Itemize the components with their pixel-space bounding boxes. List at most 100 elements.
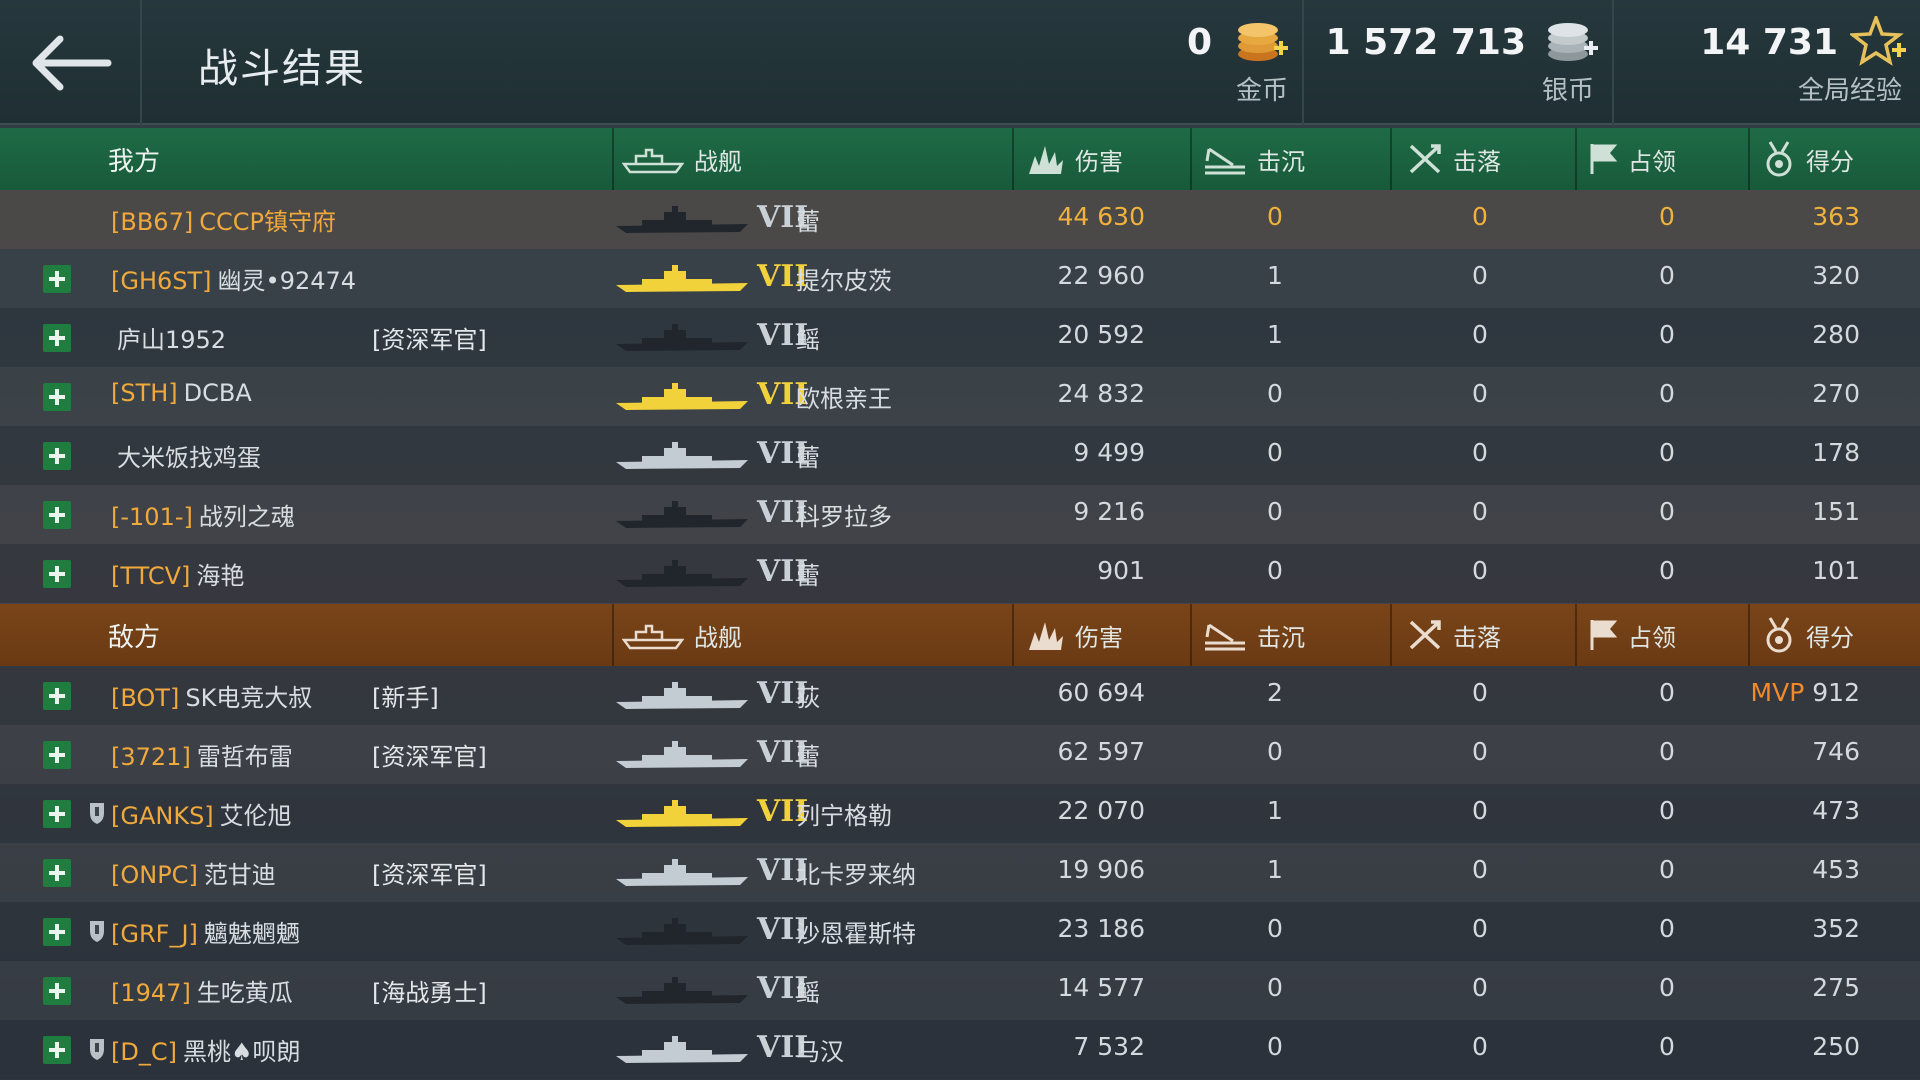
player-name: 大米饭找鸡蛋 [111, 438, 261, 473]
explosion-icon [1029, 146, 1063, 174]
score-value: 101 [1740, 556, 1860, 585]
col-shootdown[interactable]: 击落 [1407, 604, 1501, 666]
player-name: [GH6ST] 幽灵•92474 [111, 261, 356, 296]
clan-tag: [1947] [111, 979, 191, 1007]
capture-value: 0 [1659, 202, 1675, 231]
ally-team-header: 我方 战舰 伤害 击沉 击落 占领 得分 [0, 128, 1920, 190]
player-nickname: 大米饭找鸡蛋 [117, 444, 261, 472]
add-friend-button[interactable] [43, 560, 71, 588]
gold-label: 金币 [1235, 76, 1288, 106]
ally-player-row[interactable]: [GH6ST] 幽灵•92474 VII 提尔皮茨 22 960 1 0 0 320 [0, 249, 1920, 308]
enemy-player-row[interactable]: [1947] 生吃黄瓜 [海战勇士] VII 鳐 14 577 0 0 0 275 [0, 961, 1920, 1020]
col-damage[interactable]: 伤害 [1025, 604, 1123, 666]
col-shootdown[interactable]: 击落 [1407, 128, 1501, 190]
add-friend-button[interactable] [43, 324, 71, 352]
col-ship[interactable]: 战舰 [622, 128, 742, 190]
damage-value: 22 960 [1057, 261, 1145, 290]
player-nickname: 范甘迪 [203, 861, 276, 889]
player-name: [ONPC] 范甘迪 [111, 855, 276, 890]
enemy-player-row[interactable]: [3721] 雷哲布雷 [资深军官] VII 蕾 62 597 0 0 0 746 [0, 725, 1920, 784]
damage-value: 19 906 [1057, 855, 1145, 884]
ally-team-label: 我方 [108, 146, 161, 177]
sink-value: 2 [1267, 678, 1283, 707]
clan-tag: [BB67] [111, 208, 194, 236]
col-shootdown-label: 击落 [1453, 623, 1501, 652]
add-friend-button[interactable] [43, 1036, 71, 1064]
ally-player-row[interactable]: [TTCV] 海艳 VII 蕾 901 0 0 0 101 [0, 544, 1920, 603]
score-number: 270 [1812, 379, 1860, 408]
col-damage[interactable]: 伤害 [1025, 128, 1123, 190]
sink-value: 0 [1267, 556, 1283, 585]
enemy-player-row[interactable]: [GANKS] 艾伦旭 VII 列宁格勒 22 070 1 0 0 473 [0, 784, 1920, 843]
col-sink[interactable]: 击沉 [1203, 128, 1305, 190]
add-friend-button[interactable] [43, 383, 71, 411]
ally-player-row[interactable]: [BB67] CCCP镇守府 VII 蕾 44 630 0 0 0 363 [0, 190, 1920, 249]
col-capture[interactable]: 占领 [1588, 604, 1676, 666]
clan-tag: [ONPC] [111, 861, 198, 889]
ally-player-row[interactable]: [-101-] 战列之魂 VII 科罗拉多 9 216 0 0 0 151 [0, 485, 1920, 544]
clan-tag: [GANKS] [111, 802, 214, 830]
capture-value: 0 [1659, 320, 1675, 349]
add-friend-button[interactable] [43, 741, 71, 769]
capture-value: 0 [1659, 438, 1675, 467]
add-friend-button[interactable] [43, 859, 71, 887]
col-ship[interactable]: 战舰 [622, 604, 742, 666]
global-xp-currency[interactable]: 14 731 全局经验 [1612, 0, 1920, 125]
add-friend-button[interactable] [43, 682, 71, 710]
clan-tag: [GH6ST] [111, 267, 212, 295]
ship-silhouette-icon [616, 265, 748, 292]
ally-player-row[interactable]: [STH] DCBA VII 欧根亲王 24 832 0 0 0 270 [0, 367, 1920, 426]
sink-value: 1 [1267, 855, 1283, 884]
score-value: 280 [1740, 320, 1860, 349]
score-number: 275 [1812, 973, 1860, 1002]
damage-value: 9 499 [1073, 438, 1145, 467]
player-rank: [资深军官] [372, 861, 487, 889]
col-ship-label: 战舰 [694, 623, 742, 652]
damage-value: 20 592 [1057, 320, 1145, 349]
enemy-player-row[interactable]: [ONPC] 范甘迪 [资深军官] VII 北卡罗来纳 19 906 1 0 0 453 [0, 843, 1920, 902]
player-name: [GRF_J] 魑魅魍魉 [111, 914, 300, 949]
player-name: [TTCV] 海艳 [111, 556, 244, 591]
add-friend-button[interactable] [43, 918, 71, 946]
ship-name: 鳐 [796, 326, 820, 354]
player-nickname: 生吃黄瓜 [196, 979, 293, 1007]
warship-icon [622, 148, 684, 174]
ship-name: 列宁格勒 [796, 802, 892, 830]
col-score[interactable]: 得分 [1762, 128, 1854, 190]
damage-value: 44 630 [1057, 202, 1145, 231]
capture-value: 0 [1659, 556, 1675, 585]
sink-value: 0 [1267, 497, 1283, 526]
enemy-team-header: 敌方 战舰 伤害 击沉 击落 占领 得分 [0, 604, 1920, 666]
ship-silhouette-icon [616, 977, 748, 1004]
mvp-badge: MVP [1750, 678, 1805, 707]
col-sink[interactable]: 击沉 [1203, 604, 1305, 666]
add-friend-button[interactable] [43, 501, 71, 529]
damage-value: 9 216 [1073, 497, 1145, 526]
back-button[interactable] [0, 0, 142, 125]
ally-player-row[interactable]: 大米饭找鸡蛋 VII 蕾 9 499 0 0 0 178 [0, 426, 1920, 485]
player-rank: [资深军官] [372, 743, 487, 771]
add-friend-button[interactable] [43, 977, 71, 1005]
shootdown-value: 0 [1472, 914, 1488, 943]
enemy-player-row[interactable]: [GRF_J] 魑魅魍魉 VII 沙恩霍斯特 23 186 0 0 0 352 [0, 902, 1920, 961]
damage-value: 24 832 [1057, 379, 1145, 408]
add-friend-button[interactable] [43, 265, 71, 293]
ally-player-row[interactable]: 庐山1952 [资深军官] VII 鳐 20 592 1 0 0 280 [0, 308, 1920, 367]
col-capture-label: 占领 [1628, 147, 1676, 176]
gold-amount: 0 [1186, 22, 1212, 63]
add-friend-button[interactable] [43, 442, 71, 470]
col-capture[interactable]: 占领 [1588, 128, 1676, 190]
col-score[interactable]: 得分 [1762, 604, 1854, 666]
gold-currency[interactable]: 0 金币 [1170, 0, 1302, 125]
enemy-player-row[interactable]: [D_C] 黑桃♠呗朗 VII 马汉 7 532 0 0 0 250 [0, 1020, 1920, 1079]
ship-name: 蕾 [796, 562, 820, 590]
global-xp-label: 全局经验 [1797, 76, 1902, 106]
ship-name: 蕾 [796, 444, 820, 472]
star-experience-icon [1850, 16, 1906, 66]
ship-silhouette-icon [616, 560, 748, 587]
ship-silhouette-icon [616, 1036, 748, 1063]
add-friend-button[interactable] [43, 800, 71, 828]
enemy-player-row[interactable]: [BOT] SK电竞大叔 [新手] VII 荻 60 694 2 0 0 MVP 912 [0, 666, 1920, 725]
back-arrow-icon [32, 35, 112, 90]
silver-currency[interactable]: 1 572 713 银币 [1302, 0, 1612, 125]
